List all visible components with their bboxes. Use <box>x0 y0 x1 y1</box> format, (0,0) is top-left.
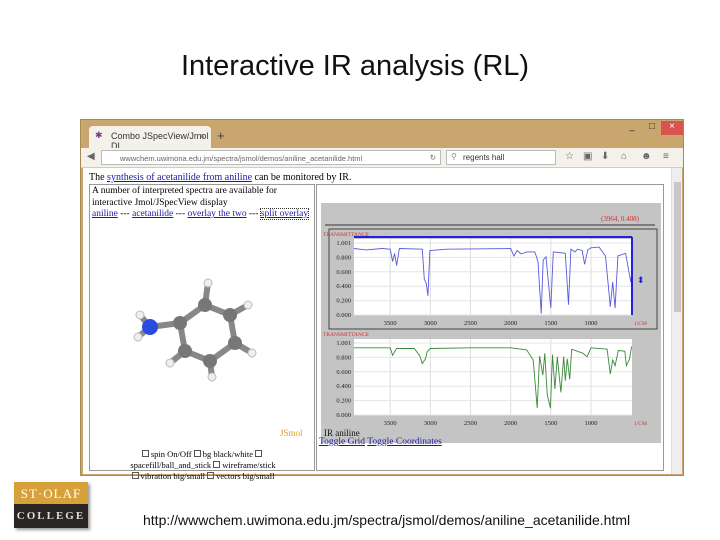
spectrum-viewer[interactable]: (3964, 0.408) TRANSMITTANCE 1/CM 3500 3000 25… <box>321 203 661 443</box>
y-tick-label: 0.800 <box>336 354 351 361</box>
x-tick-label: 2500 <box>464 320 477 327</box>
minimize-button[interactable]: _ <box>621 121 643 135</box>
x-tick-label: 2500 <box>464 420 477 427</box>
x-tick-label: 1500 <box>544 320 557 327</box>
y-tick-label: 0.000 <box>336 412 351 419</box>
toggle-links: Toggle Grid Toggle Coordinates <box>319 437 442 447</box>
opt-label: vibration big/small <box>140 471 205 481</box>
maximize-button[interactable]: □ <box>641 121 663 135</box>
address-bar[interactable]: wwwchem.uwimona.edu.jm/spectra/jsmol/dem… <box>101 150 441 165</box>
plot-area <box>354 239 632 315</box>
x-tick-label: 3000 <box>424 420 437 427</box>
opt-label: vectors big/small <box>216 471 275 481</box>
browser-tab[interactable]: ✱ Combo JSpecView/Jmol DL... × <box>89 126 211 151</box>
x-tick-label: 1500 <box>544 420 557 427</box>
y-tick-label: 0.400 <box>336 283 351 290</box>
jsmol-label: JSmol <box>280 428 303 438</box>
vectors-checkbox[interactable] <box>207 472 215 479</box>
opt-label: spacefill/ball_and_stick <box>130 460 212 470</box>
ir-spectra-svg[interactable]: (3964, 0.408) TRANSMITTANCE 1/CM 3500 3000 25… <box>321 203 661 443</box>
x-tick-label: 3500 <box>384 320 397 327</box>
aniline-link[interactable]: aniline <box>92 209 118 219</box>
overlay-link[interactable]: overlay the two <box>188 209 247 219</box>
scrollbar-thumb[interactable] <box>674 182 681 312</box>
y-axis-label: TRANSMITTANCE <box>323 332 370 338</box>
display-options: spin On/Off bg black/white spacefill/bal… <box>90 449 316 482</box>
url-text: wwwchem.uwimona.edu.jm/spectra/jsmol/dem… <box>120 154 363 163</box>
x-tick-label: 2000 <box>504 420 517 427</box>
sep: --- <box>117 209 133 219</box>
y-tick-label: 0.200 <box>336 398 351 405</box>
y-tick-label: 0.200 <box>336 298 351 305</box>
y-tick-label: 0.000 <box>336 312 351 319</box>
vibration-checkbox[interactable] <box>131 472 139 479</box>
toggle-coordinates-link[interactable]: Toggle Coordinates <box>367 437 442 447</box>
coordinate-readout: (3964, 0.408) <box>601 215 640 223</box>
split-overlay-link[interactable]: split overlay <box>259 208 310 220</box>
reload-icon[interactable]: ↻ <box>430 153 436 162</box>
x-tick-label: 3500 <box>384 420 397 427</box>
y-tick-label: 1.001 <box>336 340 351 347</box>
chat-icon[interactable]: ☻ <box>641 151 652 162</box>
vertical-scrollbar[interactable] <box>671 168 682 474</box>
y-tick-label: 0.400 <box>336 383 351 390</box>
x-tick-label: 1000 <box>585 320 598 327</box>
y-tick-label: 1.001 <box>336 240 351 247</box>
molecule-viewer[interactable] <box>130 265 270 385</box>
favicon-icon: ✱ <box>95 130 103 140</box>
slide-title: Interactive IR analysis (RL) <box>180 50 530 82</box>
intro-text: The synthesis of acetanilide from anilin… <box>89 172 351 183</box>
bg-checkbox[interactable] <box>193 450 201 457</box>
jmol-panel: A number of interpreted spectra are avai… <box>89 184 315 481</box>
close-window-button[interactable]: × <box>661 121 683 135</box>
scale-arrows-icon: ⬍ <box>637 275 645 285</box>
opt-label: wireframe/stick <box>222 460 276 470</box>
wireframe-checkbox[interactable] <box>213 461 221 468</box>
back-icon[interactable]: ◀ <box>87 151 95 162</box>
x-tick-label: 1000 <box>585 420 598 427</box>
menu-icon[interactable]: ≡ <box>663 151 669 162</box>
x-axis-label: 1/CM <box>634 421 647 427</box>
footer-url: http://wwwchem.uwimona.edu.jm/spectra/js… <box>143 512 631 528</box>
opt-label: bg black/white <box>202 449 253 459</box>
y-tick-label: 0.600 <box>336 269 351 276</box>
tab-close-icon[interactable]: × <box>200 131 205 141</box>
acetanilide-link[interactable]: acetanilide <box>132 209 173 219</box>
intro-pre: The <box>89 172 108 183</box>
synthesis-link[interactable]: synthesis of acetanilide from aniline <box>107 172 252 183</box>
bookmarks-list-icon[interactable]: ▣ <box>583 151 592 162</box>
home-icon[interactable]: ⌂ <box>621 151 627 162</box>
spacefill-checkbox[interactable] <box>255 450 263 457</box>
x-axis-label: 1/CM <box>634 321 647 327</box>
nav-toolbar: ◀ wwwchem.uwimona.edu.jm/spectra/jsmol/d… <box>81 148 683 168</box>
toggle-grid-link[interactable]: Toggle Grid <box>319 437 365 447</box>
intro-post: can be monitored by IR. <box>252 172 352 183</box>
sep: --- <box>246 209 261 219</box>
y-tick-label: 0.800 <box>336 254 351 261</box>
search-input[interactable]: ⚲ regents hall <box>446 150 556 165</box>
x-tick-label: 2000 <box>504 320 517 327</box>
jspecview-panel: (3964, 0.408) TRANSMITTANCE 1/CM 3500 3000 25… <box>316 184 664 471</box>
page-content: The synthesis of acetanilide from anilin… <box>83 168 671 481</box>
browser-window: ✱ Combo JSpecView/Jmol DL... × + _ □ × ◀… <box>80 119 684 481</box>
sep: --- <box>173 209 188 219</box>
spin-checkbox[interactable] <box>141 450 149 457</box>
new-tab-button[interactable]: + <box>217 128 225 143</box>
search-value: regents hall <box>463 153 505 162</box>
description: A number of interpreted spectra are avai… <box>92 186 277 208</box>
download-icon[interactable]: ⬇ <box>601 151 609 162</box>
x-tick-label: 3000 <box>424 320 437 327</box>
bookmark-star-icon[interactable]: ☆ <box>565 151 574 162</box>
st-olaf-logo: ST·OLAF COLLEGE <box>14 482 88 528</box>
y-tick-label: 0.600 <box>336 369 351 376</box>
search-icon: ⚲ <box>451 152 457 161</box>
opt-label: spin On/Off <box>150 449 192 459</box>
